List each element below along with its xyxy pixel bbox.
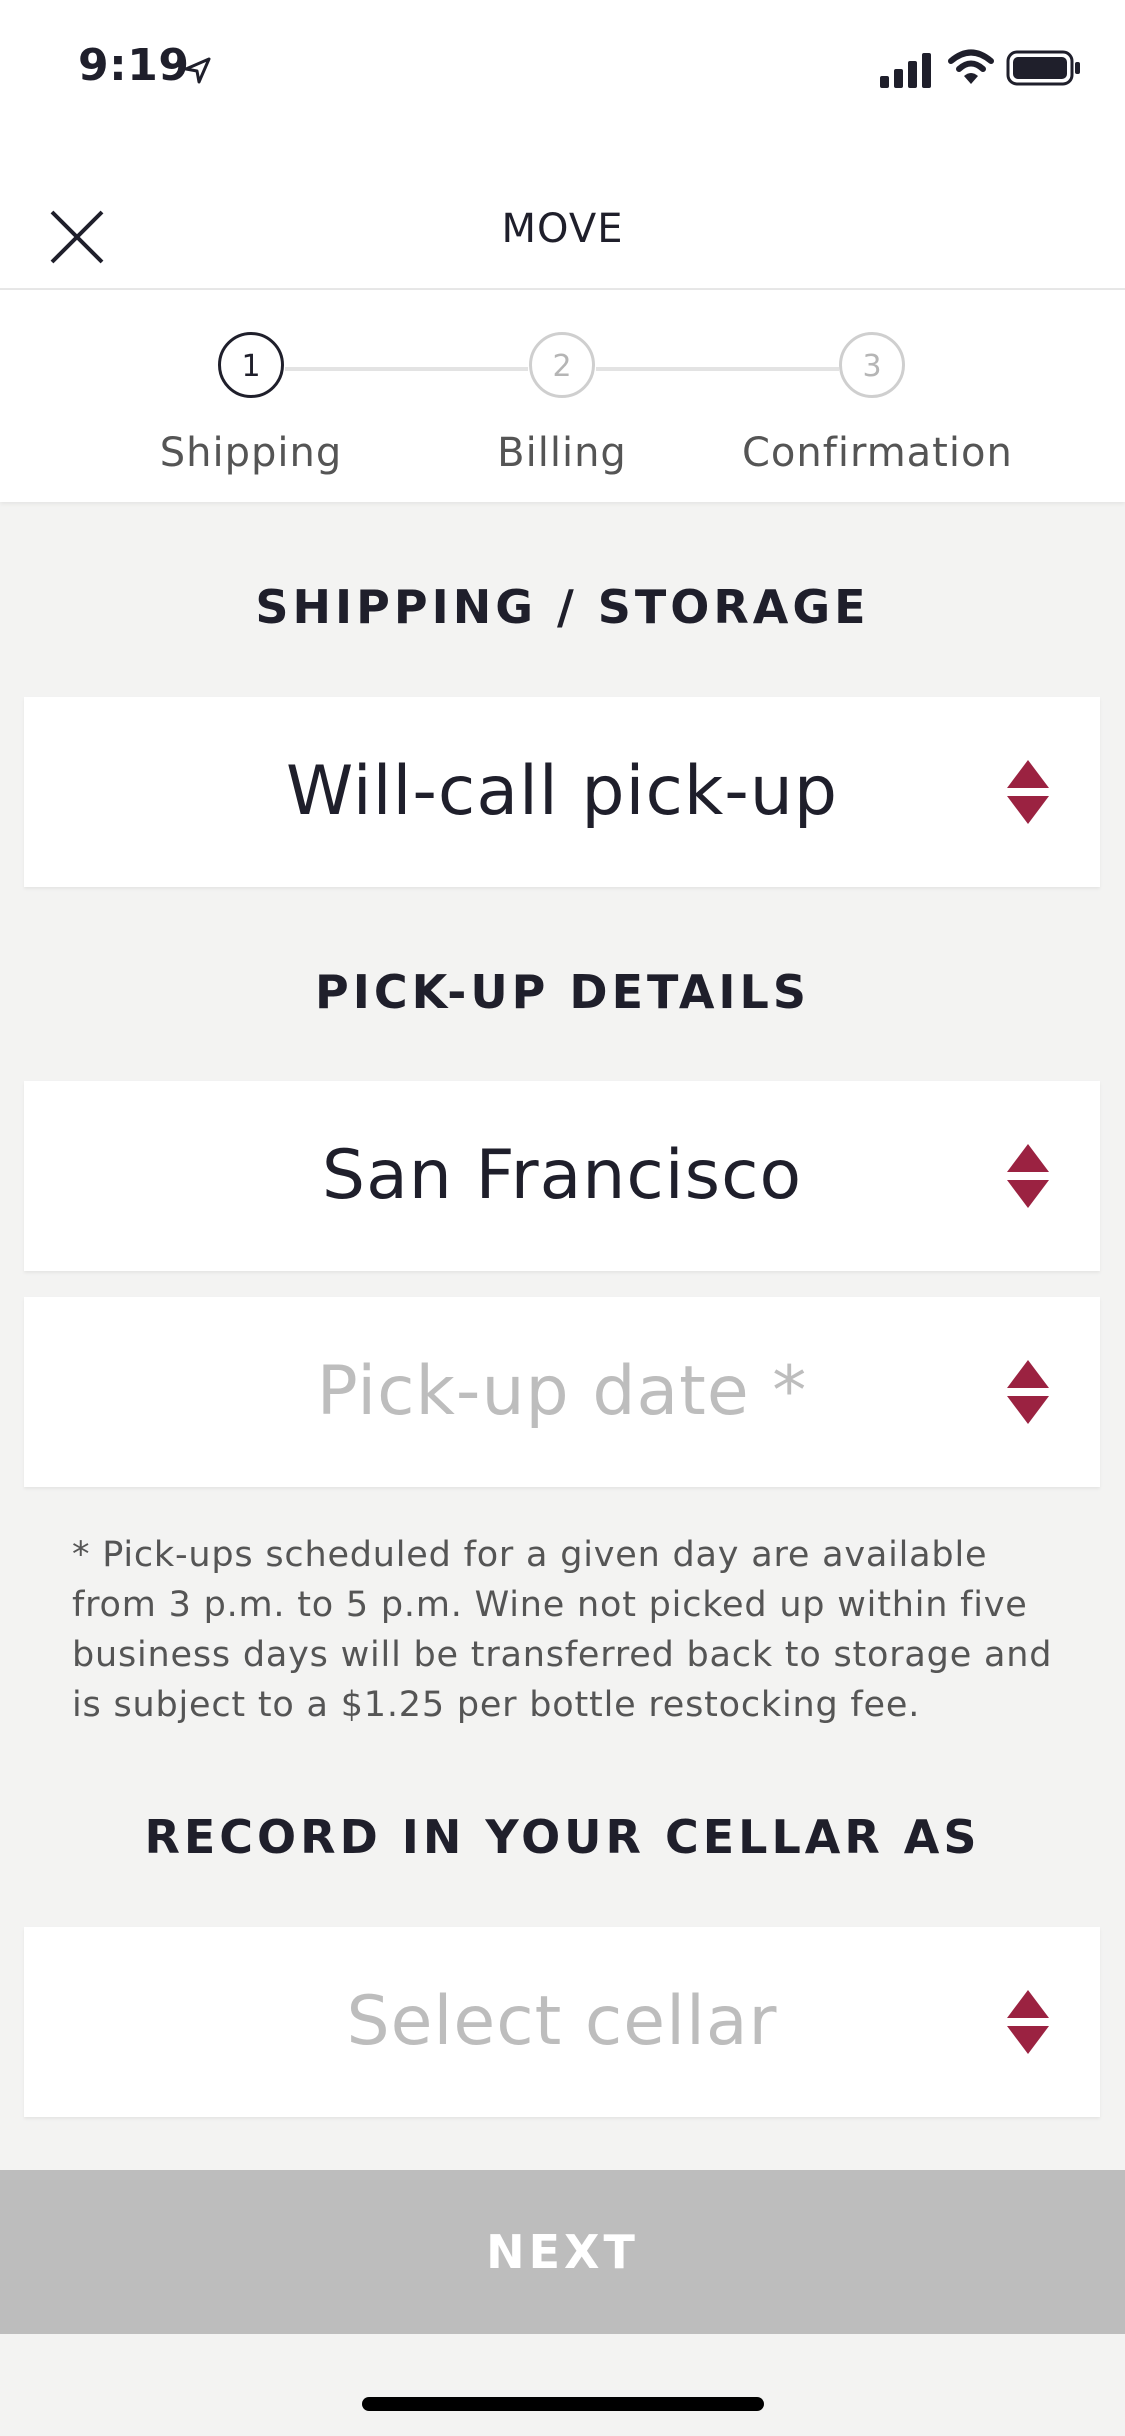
checkout-stepper: 1 2 3 Shipping Billing Confirmation xyxy=(0,290,1125,502)
pickup-date-placeholder: Pick-up date * xyxy=(316,1352,808,1431)
sort-arrows-icon xyxy=(1007,760,1049,824)
page-title: MOVE xyxy=(501,206,624,252)
shipping-storage-heading: SHIPPING / STORAGE xyxy=(255,580,870,634)
cellar-select[interactable]: Select cellar xyxy=(24,1927,1100,2117)
sort-arrows-icon xyxy=(1007,1990,1049,2054)
pickup-note: * Pick-ups scheduled for a given day are… xyxy=(72,1535,1053,1725)
status-bar: 9:19 xyxy=(0,0,1125,140)
step-3-indicator[interactable]: 3 xyxy=(839,332,905,398)
wifi-icon xyxy=(948,49,994,84)
pickup-location-value: San Francisco xyxy=(321,1136,803,1215)
sort-arrows-icon xyxy=(1007,1360,1049,1424)
shipping-method-value: Will-call pick-up xyxy=(285,752,839,831)
status-time: 9:19 xyxy=(78,40,190,91)
home-indicator xyxy=(362,2397,764,2411)
shipping-method-select[interactable]: Will-call pick-up xyxy=(24,697,1100,887)
step-connector xyxy=(596,367,839,371)
cellar-heading: RECORD IN YOUR CELLAR AS xyxy=(144,1810,981,1864)
cellar-placeholder: Select cellar xyxy=(346,1982,778,2061)
battery-icon xyxy=(1006,50,1080,86)
step-2-indicator[interactable]: 2 xyxy=(529,332,595,398)
step-1-label: Shipping xyxy=(159,430,343,476)
nav-header: MOVE xyxy=(0,140,1125,290)
step-1-indicator[interactable]: 1 xyxy=(218,332,284,398)
next-button[interactable]: NEXT xyxy=(0,2170,1125,2334)
sort-arrows-icon xyxy=(1007,1144,1049,1208)
location-arrow-icon xyxy=(184,57,211,84)
cellular-signal-icon xyxy=(880,53,931,88)
pickup-location-select[interactable]: San Francisco xyxy=(24,1081,1100,1271)
pickup-details-heading: PICK-UP DETAILS xyxy=(315,965,810,1019)
step-2-label: Billing xyxy=(497,430,627,476)
pickup-date-select[interactable]: Pick-up date * xyxy=(24,1297,1100,1487)
step-connector xyxy=(285,367,528,371)
step-3-label: Confirmation xyxy=(742,430,1013,476)
